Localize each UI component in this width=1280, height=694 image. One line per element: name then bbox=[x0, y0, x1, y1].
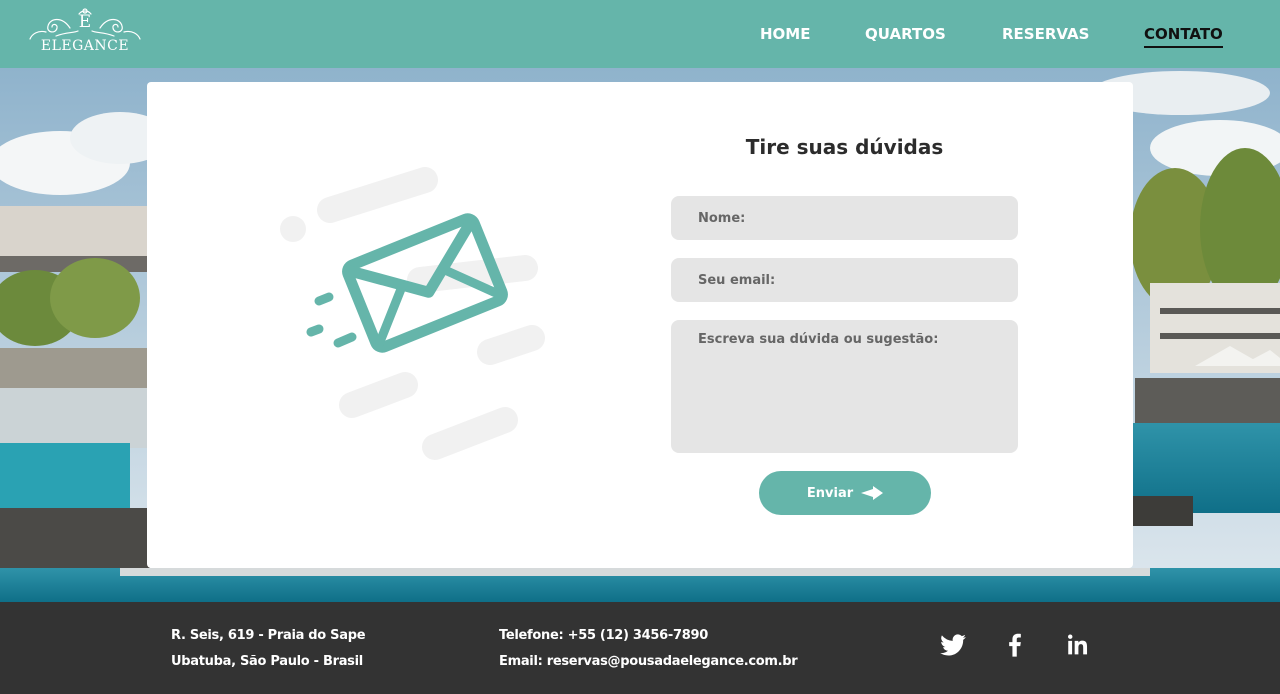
nav-home-link[interactable]: HOME bbox=[760, 24, 810, 44]
top-navbar: E ELEGANCE HOME QUARTOS RESERVAS CONTATO bbox=[0, 0, 1280, 68]
footer-address-line2: Ubatuba, São Paulo - Brasil bbox=[171, 654, 363, 669]
nav-quartos-link[interactable]: QUARTOS bbox=[865, 24, 946, 44]
footer-phone: Telefone: +55 (12) 3456-7890 bbox=[499, 628, 708, 643]
linkedin-icon[interactable] bbox=[1063, 631, 1091, 659]
name-field[interactable] bbox=[671, 196, 1018, 240]
logo-monogram: E bbox=[78, 12, 92, 32]
message-field[interactable] bbox=[671, 320, 1018, 453]
send-arrow-icon bbox=[861, 486, 884, 500]
nav-reservas-link[interactable]: RESERVAS bbox=[1002, 24, 1089, 44]
mail-envelope-icon bbox=[280, 167, 545, 460]
email-field[interactable] bbox=[671, 258, 1018, 302]
brand-logo[interactable]: E ELEGANCE bbox=[26, 6, 144, 60]
form-title: Tire suas dúvidas bbox=[745, 135, 944, 159]
twitter-icon[interactable] bbox=[939, 631, 967, 659]
send-button[interactable]: Enviar bbox=[759, 471, 931, 515]
footer-email: Email: reservas@pousadaelegance.com.br bbox=[499, 654, 798, 669]
send-button-label: Enviar bbox=[806, 485, 854, 501]
footer-address-line1: R. Seis, 619 - Praia do Sape bbox=[171, 628, 366, 643]
logo-wordmark: ELEGANCE bbox=[40, 38, 130, 54]
facebook-icon[interactable] bbox=[1001, 631, 1029, 659]
nav-contato-link[interactable]: CONTATO bbox=[1144, 24, 1223, 48]
